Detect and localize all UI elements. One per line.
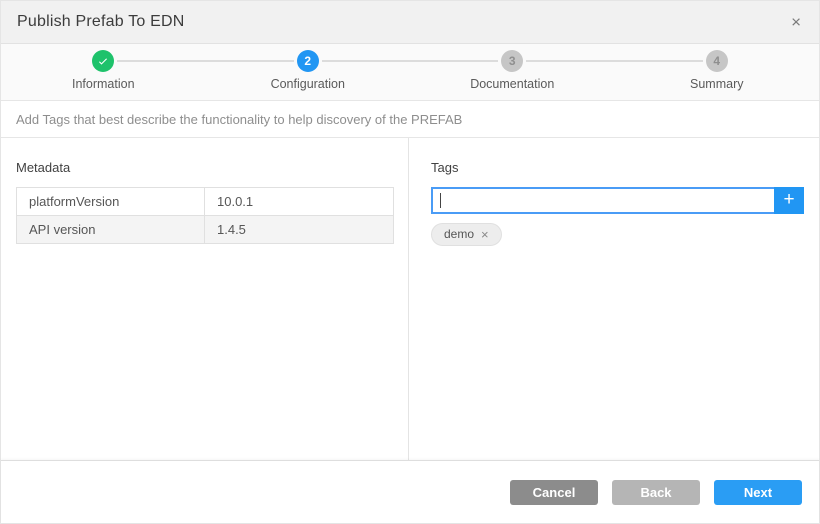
metadata-key: API version — [17, 216, 205, 244]
metadata-pane: Metadata platformVersion 10.0.1 API vers… — [1, 138, 409, 460]
back-button[interactable]: Back — [612, 480, 700, 505]
step-label: Information — [72, 77, 135, 91]
step-number-badge: 3 — [501, 50, 523, 72]
table-row: API version 1.4.5 — [17, 216, 394, 244]
metadata-value: 1.4.5 — [205, 216, 394, 244]
step-configuration[interactable]: 2 Configuration — [206, 50, 411, 100]
tag-chip-label: demo — [444, 227, 474, 241]
step-number-badge: 4 — [706, 50, 728, 72]
step-label: Documentation — [470, 77, 554, 91]
metadata-heading: Metadata — [16, 160, 393, 175]
table-row: platformVersion 10.0.1 — [17, 188, 394, 216]
tags-pane: Tags + demo × — [409, 138, 819, 460]
cancel-button[interactable]: Cancel — [510, 480, 598, 505]
text-caret — [440, 193, 441, 208]
tag-chip: demo × — [431, 223, 502, 246]
publish-prefab-dialog: Publish Prefab To EDN × Information 2 Co… — [0, 0, 820, 524]
step-information[interactable]: Information — [1, 50, 206, 100]
tag-chip-list: demo × — [431, 223, 804, 246]
dialog-titlebar: Publish Prefab To EDN × — [1, 1, 819, 44]
remove-tag-icon[interactable]: × — [481, 228, 489, 241]
metadata-key: platformVersion — [17, 188, 205, 216]
step-label: Summary — [690, 77, 743, 91]
step-documentation[interactable]: 3 Documentation — [410, 50, 615, 100]
step-number-badge: 2 — [297, 50, 319, 72]
tags-input[interactable] — [431, 187, 774, 214]
next-button[interactable]: Next — [714, 480, 802, 505]
add-tag-button[interactable]: + — [774, 187, 804, 214]
tags-heading: Tags — [431, 160, 804, 175]
dialog-content: Metadata platformVersion 10.0.1 API vers… — [1, 138, 819, 460]
close-icon[interactable]: × — [787, 12, 805, 33]
tag-input-row: + — [431, 187, 804, 214]
metadata-table: platformVersion 10.0.1 API version 1.4.5 — [16, 187, 394, 244]
metadata-value: 10.0.1 — [205, 188, 394, 216]
dialog-footer: Cancel Back Next — [1, 460, 819, 523]
tag-input-wrap — [431, 187, 774, 214]
step-description: Add Tags that best describe the function… — [1, 101, 819, 138]
wizard-stepper: Information 2 Configuration 3 Documentat… — [1, 44, 819, 101]
check-icon — [92, 50, 114, 72]
step-summary[interactable]: 4 Summary — [615, 50, 820, 100]
step-label: Configuration — [271, 77, 345, 91]
dialog-title: Publish Prefab To EDN — [17, 13, 185, 31]
